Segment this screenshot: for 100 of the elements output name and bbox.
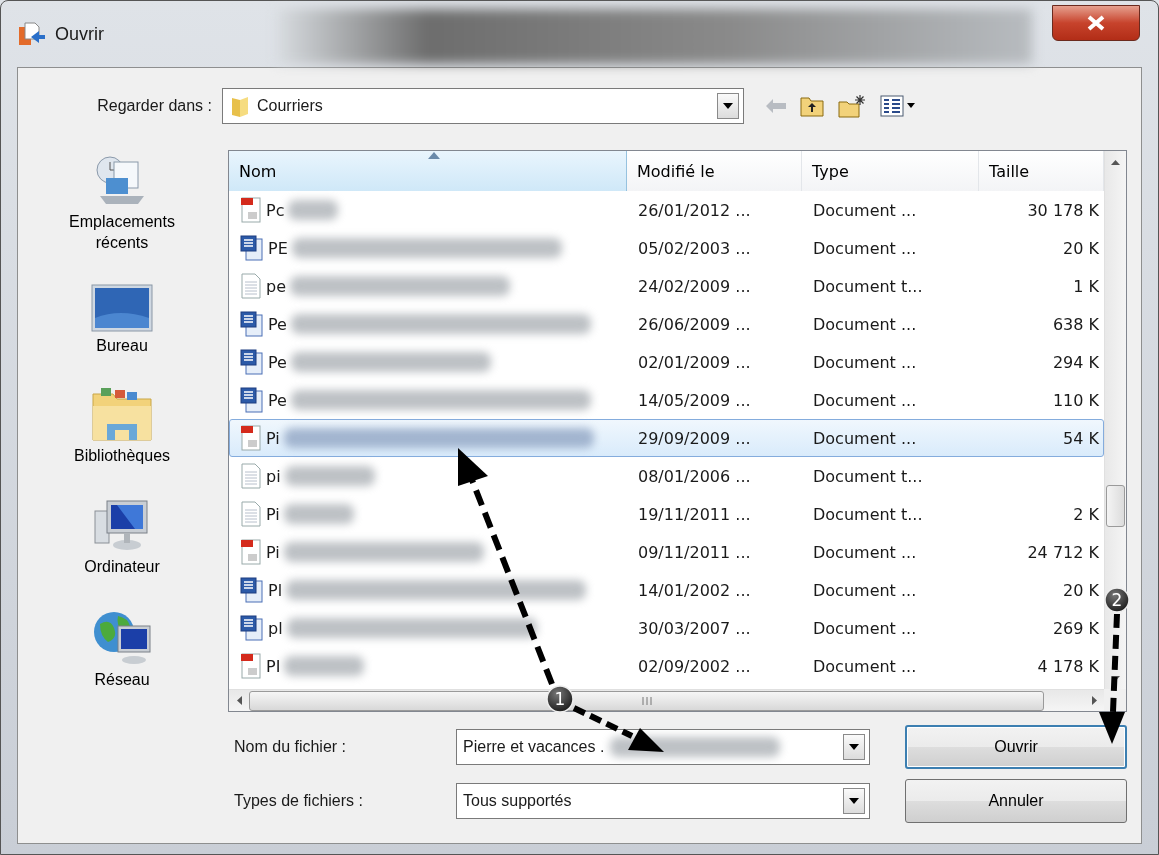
file-row[interactable]: Pi 09/11/2011 ... Document ... 24 712 K [229, 533, 1104, 571]
file-row[interactable]: pi 08/01/2006 ... Document t... [229, 457, 1104, 495]
scrollbar-thumb[interactable] [1106, 485, 1125, 527]
size-cell-text: 269 K [1051, 618, 1100, 638]
type-cell-text: Document ... [812, 542, 918, 562]
size-cell-text: 1 K [1072, 276, 1100, 296]
file-name: Pe [268, 390, 287, 410]
open-button[interactable]: Ouvrir [905, 725, 1127, 769]
new-folder-icon[interactable] [838, 94, 866, 118]
type-cell-text: Document ... [812, 200, 918, 220]
caret-icon [723, 103, 733, 109]
size-cell-text: 24 712 K [1026, 542, 1100, 562]
place-item[interactable]: Emplacements récents [42, 154, 202, 254]
date-cell-text: 09/11/2011 ... [637, 542, 752, 562]
close-icon [1087, 15, 1105, 31]
look-in-dropdown[interactable]: Courriers [222, 88, 744, 124]
type-cell-text: Document t... [812, 466, 924, 486]
dropdown-button[interactable] [717, 93, 739, 119]
folder-icon [91, 386, 153, 443]
look-in-value: Courriers [257, 97, 323, 115]
word-file-icon [240, 387, 264, 413]
file-row[interactable]: PI 02/09/2002 ... Document ... 4 178 K [229, 647, 1104, 685]
type-cell-text: Document ... [812, 390, 918, 410]
date-cell-text: 05/02/2003 ... [637, 238, 752, 258]
type-cell-text: Document ... [812, 656, 918, 676]
file-name-label: Nom du fichier : [233, 738, 348, 756]
size-cell-text: 30 178 K [1026, 200, 1100, 220]
size-cell-text: 110 K [1051, 390, 1100, 410]
file-name: pi [266, 466, 281, 486]
file-name: Pi [266, 504, 280, 524]
date-cell-text: 19/11/2011 ... [637, 504, 752, 524]
size-cell-text: 20 K [1062, 238, 1100, 258]
date-cell-text: 14/05/2009 ... [637, 390, 752, 410]
word-file-icon [240, 615, 264, 641]
column-header[interactable]: Modifié le [627, 151, 802, 191]
dropdown-button[interactable] [843, 734, 865, 760]
file-row[interactable]: Pe 14/05/2009 ... Document ... 110 K [229, 381, 1104, 419]
word-file-icon [240, 577, 264, 603]
number-badge: 2 [1104, 587, 1130, 613]
place-item[interactable]: Ordinateur [42, 497, 202, 578]
file-name: Pl [268, 580, 283, 600]
place-item[interactable]: Bibliothèques [42, 386, 202, 468]
file-row[interactable]: pl 30/03/2007 ... Document ... 269 K [229, 609, 1104, 647]
file-name: PE [268, 238, 288, 258]
file-name-field[interactable]: Pierre et vacances . [456, 729, 870, 765]
number-badge: 1 [546, 685, 574, 713]
date-cell-text: 29/09/2009 ... [637, 428, 752, 448]
text-file-icon [240, 273, 262, 299]
date-cell-text: 26/01/2012 ... [637, 200, 752, 220]
file-name: Pi [266, 542, 280, 562]
type-cell-text: Document ... [812, 352, 918, 372]
blurred-text [283, 504, 354, 524]
type-cell-text: Document ... [812, 238, 918, 258]
column-header[interactable]: Type [802, 151, 979, 191]
window-title: Ouvrir [55, 23, 104, 45]
text-file-icon [240, 463, 262, 489]
sort-caret-icon [427, 152, 440, 159]
file-row[interactable]: pe 24/02/2009 ... Document t... 1 K [229, 267, 1104, 305]
date-cell-text: 08/01/2006 ... [637, 466, 752, 486]
column-header[interactable]: Nom [229, 151, 627, 191]
caret-icon [849, 744, 859, 750]
word-file-icon [240, 235, 264, 261]
file-row[interactable]: PE 05/02/2003 ... Document ... 20 K [229, 229, 1104, 267]
file-row[interactable]: Pc 26/01/2012 ... Document ... 30 178 K [229, 191, 1104, 229]
file-name: PI [266, 656, 281, 676]
word-file-icon [240, 349, 264, 375]
file-row[interactable]: Pi 29/09/2009 ... Document ... 54 K [229, 419, 1104, 457]
folder-icon [231, 95, 249, 117]
size-cell-text: 2 K [1072, 504, 1100, 524]
date-cell-text: 26/06/2009 ... [637, 314, 752, 334]
type-cell-text: Document ... [812, 314, 918, 334]
file-name: pl [268, 618, 283, 638]
file-row[interactable]: Pi 19/11/2011 ... Document t... 2 K [229, 495, 1104, 533]
file-name: Pc [266, 200, 285, 220]
file-row[interactable]: Pe 26/06/2009 ... Document ... 638 K [229, 305, 1104, 343]
pdf-file-icon [240, 653, 262, 679]
date-cell-text: 02/01/2009 ... [637, 352, 752, 372]
pdf-file-icon [240, 425, 262, 451]
place-item[interactable]: Bureau [42, 283, 202, 357]
place-item[interactable]: Réseau [42, 608, 202, 691]
view-menu-icon[interactable] [880, 95, 916, 117]
vertical-scrollbar[interactable] [1104, 151, 1126, 689]
app-icon [17, 21, 47, 47]
file-name: Pe [268, 352, 287, 372]
type-cell-text: Document t... [812, 504, 924, 524]
dropdown-button[interactable] [843, 788, 865, 814]
pdf-file-icon [240, 539, 262, 565]
cancel-button[interactable]: Annuler [905, 779, 1127, 823]
file-row[interactable]: Pl 14/01/2002 ... Document ... 20 K [229, 571, 1104, 609]
blurred-text [288, 200, 339, 220]
word-file-icon [240, 311, 264, 337]
file-name: Pi [266, 428, 280, 448]
column-header[interactable]: Taille [979, 151, 1104, 191]
up-folder-icon[interactable] [800, 95, 824, 117]
caret-icon [849, 798, 859, 804]
file-row[interactable]: Pe 02/01/2009 ... Document ... 294 K [229, 343, 1104, 381]
size-cell-text: 20 K [1062, 580, 1100, 600]
close-button[interactable] [1052, 5, 1140, 41]
file-type-dropdown[interactable]: Tous supportés [456, 783, 870, 819]
pdf-file-icon [240, 197, 262, 223]
